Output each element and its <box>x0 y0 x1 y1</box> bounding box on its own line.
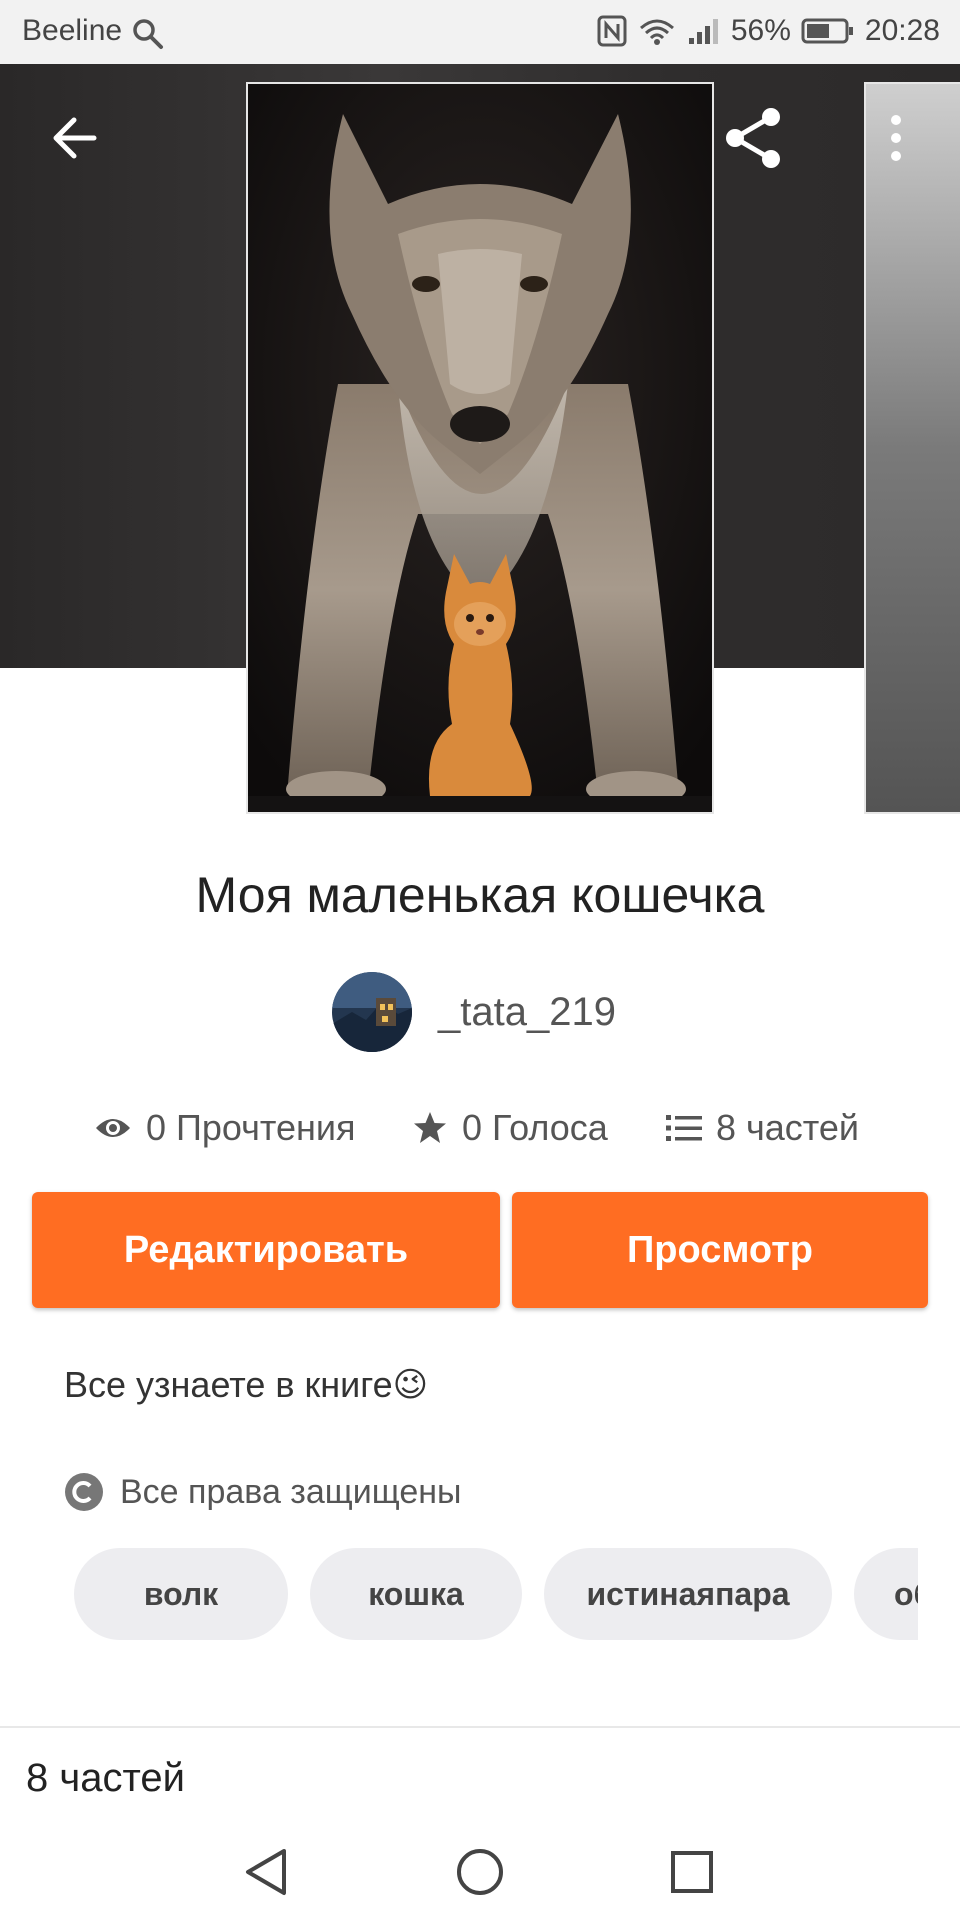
avatar <box>332 972 412 1052</box>
share-button[interactable] <box>714 98 794 178</box>
tag-list: волк кошка истинаяпара об <box>0 1548 918 1640</box>
parts-stat: 8 частей <box>666 1100 859 1156</box>
square-recents-icon <box>671 1851 713 1893</box>
tag-chip[interactable]: кошка <box>310 1548 522 1640</box>
share-icon <box>726 108 780 168</box>
cover-image <box>248 84 712 812</box>
system-nav-bar <box>0 1820 960 1920</box>
copyright-icon <box>65 1473 103 1511</box>
more-vertical-icon <box>891 115 901 161</box>
reads-count: 0 Прочтения <box>146 1107 356 1148</box>
search-icon <box>133 19 163 49</box>
next-story-cover[interactable] <box>864 82 960 814</box>
tag-chip[interactable]: истинаяпара <box>544 1548 832 1640</box>
story-description: Все узнаете в книге 😉 <box>64 1364 428 1406</box>
view-button[interactable]: Просмотр <box>512 1192 928 1308</box>
clock: 20:28 <box>864 14 940 47</box>
votes-count: 0 Голоса <box>462 1107 608 1148</box>
copyright-notice: Все права защищены <box>64 1472 461 1512</box>
status-bar: Beeline 56% 20:28 <box>0 0 960 64</box>
nav-back-button[interactable] <box>230 1836 302 1908</box>
nfc-icon <box>597 15 627 47</box>
carrier-name: Beeline <box>22 14 123 47</box>
back-button[interactable] <box>34 98 114 178</box>
circle-home-icon <box>457 1849 503 1895</box>
triangle-back-icon <box>246 1849 286 1895</box>
edit-button[interactable]: Редактировать <box>32 1192 500 1308</box>
author-link[interactable]: _tata_219 <box>332 972 616 1052</box>
tag-chip[interactable]: об <box>854 1548 918 1640</box>
story-title: Моя маленькая кошечка <box>195 867 765 923</box>
nav-home-button[interactable] <box>444 1836 516 1908</box>
author-name: _tata_219 <box>438 989 616 1034</box>
copyright-text: Все права защищены <box>120 1472 462 1511</box>
nav-recents-button[interactable] <box>656 1836 728 1908</box>
story-cover[interactable] <box>246 82 714 814</box>
wifi-icon <box>639 19 674 45</box>
description-text: Все узнаете в книге <box>64 1364 393 1405</box>
battery-icon <box>801 18 853 44</box>
star-icon <box>414 1112 446 1143</box>
parts-section-heading: 8 частей <box>26 1756 185 1800</box>
more-options-button[interactable] <box>856 98 936 178</box>
signal-icon <box>688 19 718 44</box>
wink-emoji: 😉 <box>392 1366 429 1404</box>
story-stats: 0 Прочтения 0 Голоса 8 частей <box>0 1100 960 1156</box>
eye-icon <box>96 1119 130 1137</box>
parts-count: 8 частей <box>716 1107 860 1148</box>
arrow-left-icon <box>53 117 97 159</box>
tag-chip[interactable]: волк <box>74 1548 288 1640</box>
divider <box>0 1726 960 1728</box>
list-icon <box>666 1115 702 1141</box>
reads-stat: 0 Прочтения <box>94 1100 356 1156</box>
battery-percent: 56% <box>730 14 791 47</box>
votes-stat: 0 Голоса <box>412 1100 608 1156</box>
